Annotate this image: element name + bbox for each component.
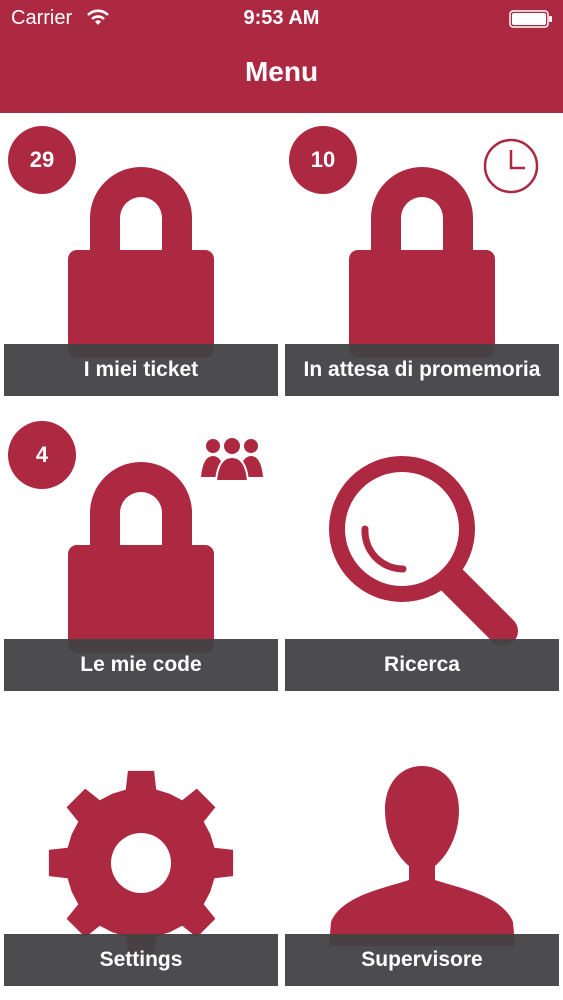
tile-label: I miei ticket [4,344,278,396]
tile-label: Le mie code [4,639,278,691]
tile-supervisor[interactable]: Supervisore [285,706,559,986]
clock-icon [483,138,539,194]
tile-my-tickets[interactable]: 29 I miei ticket [4,116,278,396]
clock-time: 9:53 AM [243,7,320,29]
tickets-count-badge: 29 [8,126,76,194]
tile-label: Supervisore [285,934,559,986]
tile-label: Settings [4,934,278,986]
tile-awaiting-reminder[interactable]: 10 In attesa di promemoria [285,116,559,396]
tile-search[interactable]: Ricerca [285,411,559,691]
tile-label: In attesa di promemoria [285,344,559,396]
reminder-count-badge: 10 [289,126,357,194]
group-icon [201,436,263,482]
tile-label: Ricerca [285,639,559,691]
tile-my-queues[interactable]: 4 Le mie code [4,411,278,691]
page-title: Menu [244,56,319,87]
header: Carrier 9:53 AM Menu [0,0,563,113]
battery-icon [509,10,552,28]
queues-count-badge: 4 [8,421,76,489]
tile-settings[interactable]: Settings [4,706,278,986]
